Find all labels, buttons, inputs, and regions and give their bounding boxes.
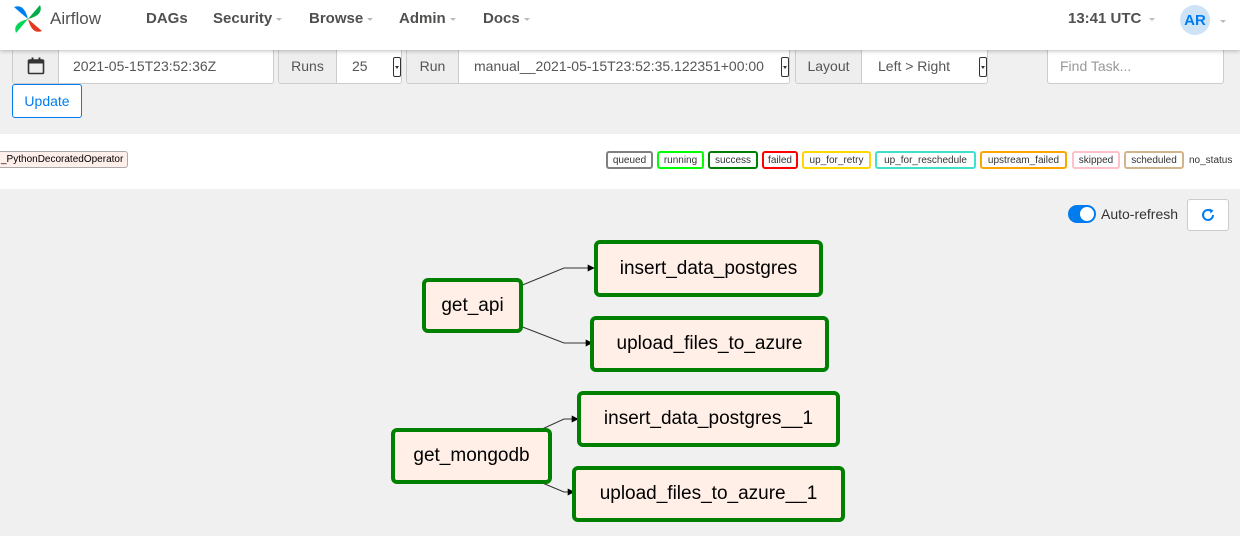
nav-docs-label: Docs (483, 10, 520, 27)
airflow-brand[interactable]: Airflow (10, 0, 101, 38)
task-node-get-api[interactable]: get_api (422, 278, 523, 333)
brand-name: Airflow (50, 9, 102, 28)
nav-dags-label: DAGs (146, 10, 188, 27)
nav-admin-label: Admin (399, 10, 446, 27)
clock-label: 13:41 UTC (1068, 10, 1142, 27)
chevron-down-icon (1149, 18, 1156, 21)
task-node-get-mongodb[interactable]: get_mongodb (391, 428, 552, 484)
task-node-upload-files-to-azure-1[interactable]: upload_files_to_azure__1 (572, 466, 845, 522)
chevron-down-icon (449, 18, 456, 21)
nav-security-label: Security (213, 10, 273, 27)
task-node-insert-data-postgres-1[interactable]: insert_data_postgres__1 (577, 391, 840, 447)
task-node-insert-data-postgres[interactable]: insert_data_postgres (594, 240, 823, 297)
nav-browse[interactable]: Browse (309, 10, 374, 27)
nav-security[interactable]: Security (213, 10, 283, 27)
airflow-pinwheel-icon (14, 5, 42, 33)
top-navbar: Airflow DAGs Security Browse Admin Docs … (0, 0, 1240, 50)
chevron-down-icon (276, 18, 283, 21)
nav-docs[interactable]: Docs (483, 10, 530, 27)
task-node-upload-files-to-azure[interactable]: upload_files_to_azure (590, 316, 829, 372)
user-avatar[interactable]: AR (1180, 5, 1210, 35)
nav-dags[interactable]: DAGs (146, 10, 188, 27)
chevron-down-icon (1220, 20, 1226, 23)
nav-browse-label: Browse (309, 10, 364, 27)
chevron-down-icon (523, 18, 530, 21)
edge-get-api-insert-data-postgres (519, 264, 595, 287)
chevron-down-icon (367, 18, 374, 21)
edge-get-api-upload-files-to-azure (519, 325, 593, 347)
timezone-clock[interactable]: 13:41 UTC (1068, 10, 1156, 27)
nav-admin[interactable]: Admin (399, 10, 456, 27)
